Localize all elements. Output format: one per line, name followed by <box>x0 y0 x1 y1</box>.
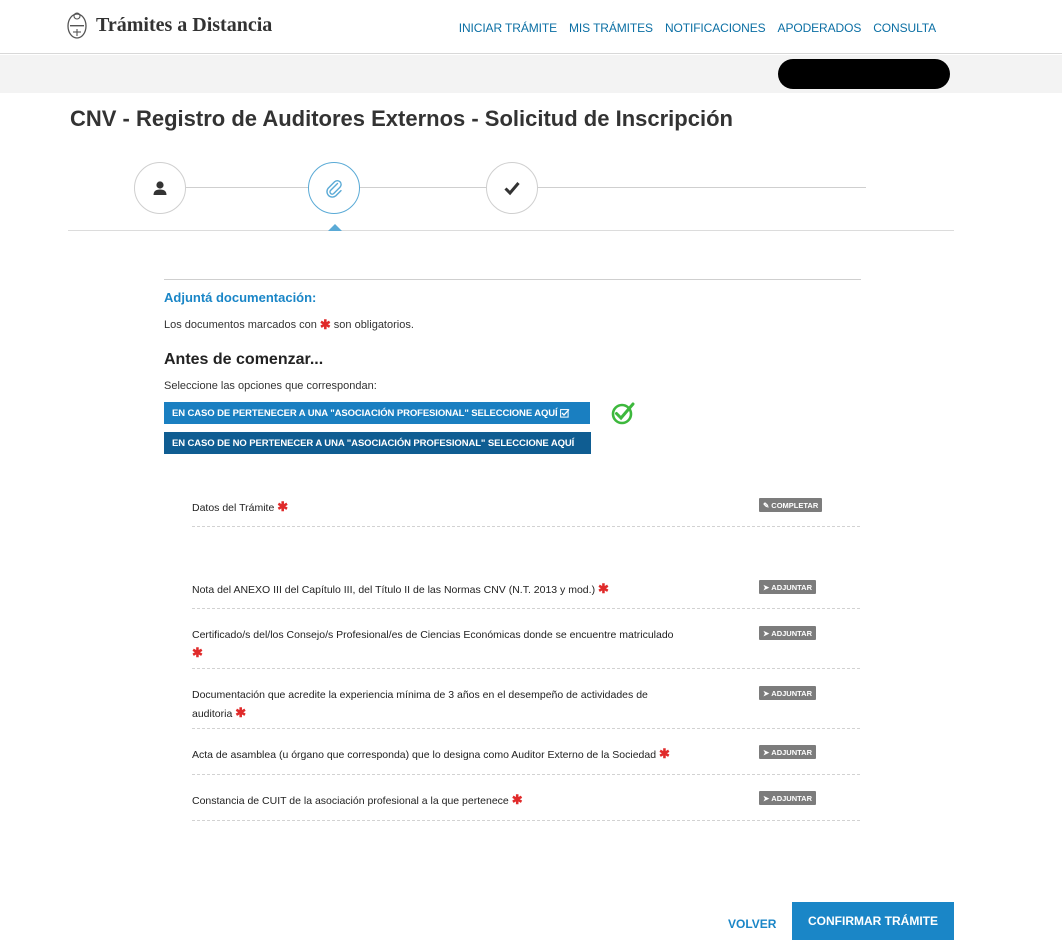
option-not-belongs-association-button[interactable]: EN CASO DE NO PERTENECER A UNA "ASOCIACI… <box>164 432 591 454</box>
nav-notificaciones[interactable]: NOTIFICACIONES <box>665 21 766 35</box>
document-label: Documentación que acredite la experienci… <box>192 686 662 723</box>
step-attach[interactable] <box>308 162 360 214</box>
required-asterisk-icon: ✱ <box>319 317 331 332</box>
option-belongs-label: EN CASO DE PERTENECER A UNA "ASOCIACIÓN … <box>172 407 558 419</box>
required-asterisk-icon: ✱ <box>597 581 609 596</box>
attach-note-after: son obligatorios. <box>333 319 414 331</box>
success-check-icon <box>611 402 635 425</box>
check-icon <box>504 182 520 196</box>
user-icon <box>153 181 167 195</box>
page-title: CNV - Registro de Auditores Externos - S… <box>70 106 733 131</box>
tag-icon: ➤ <box>763 688 770 698</box>
complete-button-label: COMPLETAR <box>771 500 819 510</box>
attach-button-label: ADJUNTAR <box>771 628 812 638</box>
document-row: Documentación que acredite la experienci… <box>192 686 860 729</box>
tag-icon: ➤ <box>763 747 770 757</box>
document-label: Datos del Trámite ✱ <box>192 498 692 517</box>
required-asterisk-icon: ✱ <box>235 705 247 720</box>
required-asterisk-icon: ✱ <box>277 499 289 514</box>
top-navbar: Trámites a Distancia INICIAR TRÁMITE MIS… <box>0 0 1062 54</box>
tag-icon: ➤ <box>763 793 770 803</box>
document-label-text: Documentación que acredite la experienci… <box>192 689 648 720</box>
main-nav: INICIAR TRÁMITE MIS TRÁMITES NOTIFICACIO… <box>459 21 936 35</box>
document-label: Nota del ANEXO III del Capítulo III, del… <box>192 580 692 599</box>
required-asterisk-icon: ✱ <box>192 645 203 660</box>
nav-mis-tramites[interactable]: MIS TRÁMITES <box>569 21 653 35</box>
document-row: Datos del Trámite ✱ ✎ COMPLETAR <box>192 498 860 527</box>
document-row: Acta de asamblea (u órgano que correspon… <box>192 745 860 775</box>
before-heading: Antes de comenzar... <box>164 351 324 368</box>
attach-note: Los documentos marcados con ✱ son obliga… <box>164 317 414 333</box>
active-step-caret <box>328 224 342 231</box>
pencil-icon: ✎ <box>763 500 770 510</box>
option-not-belongs-label: EN CASO DE NO PERTENECER A UNA "ASOCIACI… <box>172 437 575 449</box>
user-menu-redacted[interactable] <box>778 59 950 89</box>
argentina-seal-icon <box>67 12 87 39</box>
nav-consulta[interactable]: CONSULTA <box>873 21 936 35</box>
attach-button-label: ADJUNTAR <box>771 582 812 592</box>
attach-note-before: Los documentos marcados con <box>164 319 317 331</box>
document-label-text: Nota del ANEXO III del Capítulo III, del… <box>192 584 596 596</box>
attach-button-label: ADJUNTAR <box>771 747 812 757</box>
attach-button[interactable]: ➤ ADJUNTAR <box>759 791 816 805</box>
brand-name: Trámites a Distancia <box>96 13 273 36</box>
section-divider <box>164 279 861 280</box>
nav-iniciar-tramite[interactable]: INICIAR TRÁMITE <box>459 21 557 35</box>
paperclip-icon <box>326 179 342 198</box>
document-row: Nota del ANEXO III del Capítulo III, del… <box>192 580 860 609</box>
attach-button-label: ADJUNTAR <box>771 688 812 698</box>
attach-button[interactable]: ➤ ADJUNTAR <box>759 745 816 759</box>
select-instructions: Seleccione las opciones que correspondan… <box>164 380 377 392</box>
checkbox-checked-icon <box>559 409 570 418</box>
required-asterisk-icon: ✱ <box>511 792 523 807</box>
tag-icon: ➤ <box>763 628 770 638</box>
tag-icon: ➤ <box>763 582 770 592</box>
attach-heading: Adjuntá documentación: <box>164 290 317 305</box>
back-button[interactable]: VOLVER <box>728 917 776 931</box>
attach-button[interactable]: ➤ ADJUNTAR <box>759 580 816 594</box>
required-asterisk-icon: ✱ <box>658 746 670 761</box>
complete-button[interactable]: ✎ COMPLETAR <box>759 498 823 512</box>
document-row: Certificado/s del/los Consejo/s Profesio… <box>192 626 860 669</box>
confirm-button[interactable]: CONFIRMAR TRÁMITE <box>792 902 954 940</box>
step-user[interactable] <box>134 162 186 214</box>
document-label-text: Datos del Trámite <box>192 502 275 514</box>
attach-button[interactable]: ➤ ADJUNTAR <box>759 626 816 640</box>
document-label: Certificado/s del/los Consejo/s Profesio… <box>192 626 692 663</box>
nav-apoderados[interactable]: APODERADOS <box>778 21 862 35</box>
document-label: Acta de asamblea (u órgano que correspon… <box>192 745 692 764</box>
option-belongs-association-button[interactable]: EN CASO DE PERTENECER A UNA "ASOCIACIÓN … <box>164 402 590 424</box>
document-row: Constancia de CUIT de la asociación prof… <box>192 791 860 821</box>
document-label-text: Certificado/s del/los Consejo/s Profesio… <box>192 629 674 641</box>
attach-button-label: ADJUNTAR <box>771 793 812 803</box>
document-label-text: Constancia de CUIT de la asociación prof… <box>192 795 509 807</box>
attach-button[interactable]: ➤ ADJUNTAR <box>759 686 816 700</box>
stepper-divider <box>68 230 954 231</box>
document-label: Constancia de CUIT de la asociación prof… <box>192 791 692 810</box>
document-label-text: Acta de asamblea (u órgano que correspon… <box>192 749 657 761</box>
brand-logo[interactable]: Trámites a Distancia <box>66 10 272 40</box>
step-confirm[interactable] <box>486 162 538 214</box>
